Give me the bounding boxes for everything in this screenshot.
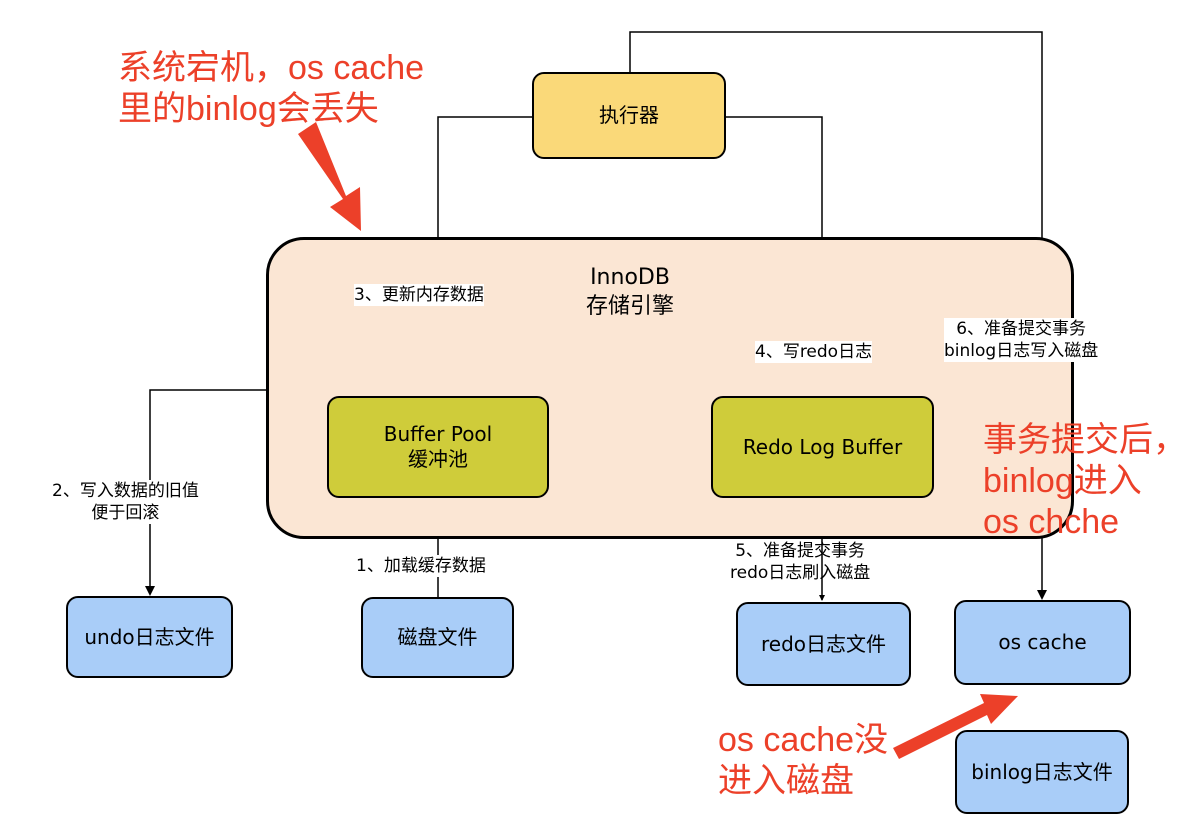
edge-label-step5-line1: 5、准备提交事务 [735,541,866,561]
undo-file-node: undo日志文件 [66,596,233,678]
redo-log-buffer-label: Redo Log Buffer [742,434,903,459]
redo-file-node: redo日志文件 [736,602,911,686]
redo-file-label: redo日志文件 [760,631,887,656]
edge-label-step5-line2: redo日志刷入磁盘 [730,563,871,584]
edge-label-step4: 4、写redo日志 [755,341,873,364]
executor-node: 执行器 [532,72,726,159]
edge-label-step1: 1、加载缓存数据 [356,555,486,578]
buffer-pool-node: Buffer Pool 缓冲池 [327,396,549,498]
annotation-not-flushed-line1: os cache没 [718,721,889,759]
disk-file-label: 磁盘文件 [397,625,478,649]
annotation-commit-line2: binlog进入 [983,461,1142,500]
annotation-commit-line3: os chche [983,502,1120,541]
annotation-not-flushed: os cache没 进入磁盘 [718,720,888,802]
os-cache-label: os cache [998,630,1087,654]
edge-label-step2-line1: 2、写入数据的旧值 [52,481,199,501]
edge-label-step5: 5、准备提交事务 redo日志刷入磁盘 [730,540,870,584]
buffer-pool-label-zh: 缓冲池 [408,447,468,471]
disk-file-node: 磁盘文件 [361,597,514,678]
annotation-not-flushed-line2: 进入磁盘 [718,761,854,800]
executor-label: 执行器 [599,103,659,127]
innodb-title-line2: 存储引擎 [585,293,674,319]
annotation-commit-line1: 事务提交后， [983,421,1182,459]
annotation-arrow-crash [298,122,361,231]
innodb-title-line1: InnoDB [590,265,670,290]
annotation-crash: 系统宕机，os cache 里的binlog会丢失 [118,48,424,130]
edge-label-step6: 6、准备提交事务 binlog日志写入磁盘 [944,318,1099,363]
annotation-crash-line1: 系统宕机，os cache [118,49,425,87]
edge-label-step2-line2: 便于回滚 [91,503,160,524]
redo-log-buffer-node: Redo Log Buffer [711,396,934,498]
buffer-pool-label-en: Buffer Pool [383,422,493,446]
annotation-commit: 事务提交后， binlog进入 os chche [983,420,1182,542]
edge-label-step3: 3、更新内存数据 [354,284,484,307]
edge-label-step6-line1: 6、准备提交事务 [956,319,1087,339]
binlog-file-node: binlog日志文件 [955,730,1129,814]
innodb-title: InnoDB 存储引擎 [560,264,700,321]
os-cache-node: os cache [954,600,1131,685]
binlog-file-label: binlog日志文件 [971,759,1113,784]
edge-label-step4-text: 4、写redo日志 [755,342,873,362]
edge-label-step3-text: 3、更新内存数据 [354,285,484,305]
edge-label-step1-text: 1、加载缓存数据 [356,556,486,576]
edge-label-step6-line2: binlog日志写入磁盘 [944,341,1099,362]
undo-file-label: undo日志文件 [84,624,215,649]
edge-label-step2: 2、写入数据的旧值 便于回滚 [52,480,199,525]
annotation-crash-line2: 里的binlog会丢失 [118,89,379,128]
